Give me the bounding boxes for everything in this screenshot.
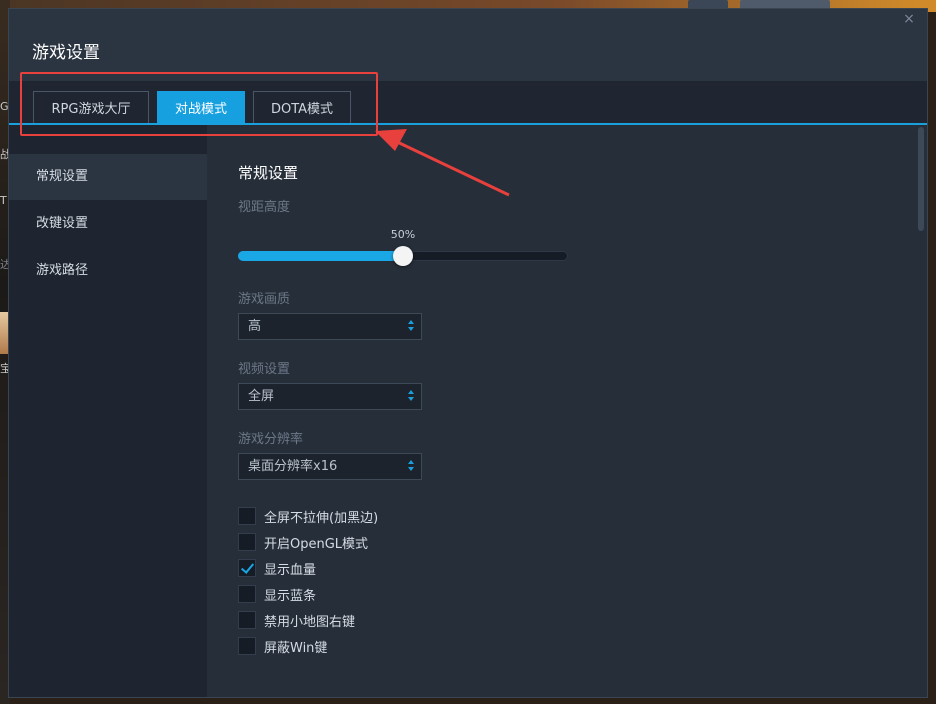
checkbox[interactable] xyxy=(238,559,256,577)
slider-fill xyxy=(238,251,403,261)
background-app-avatar xyxy=(0,312,8,354)
video-label: 视频设置 xyxy=(238,362,291,377)
checkbox-label: 显示血量 xyxy=(264,562,317,578)
checkbox-row-block-win-key[interactable]: 屏蔽Win键 xyxy=(238,636,327,656)
updown-arrows-icon xyxy=(408,320,414,334)
content-scrollbar[interactable] xyxy=(918,127,924,231)
slider-handle[interactable] xyxy=(393,246,413,266)
view-height-label: 视距高度 xyxy=(238,200,291,215)
sidebar-item-general[interactable]: 常规设置 xyxy=(9,154,207,200)
checkbox-row-fullscreen-no-stretch[interactable]: 全屏不拉伸(加黑边) xyxy=(238,506,378,526)
checkbox[interactable] xyxy=(238,637,256,655)
checkbox-row-opengl[interactable]: 开启OpenGL模式 xyxy=(238,532,368,552)
section-title: 常规设置 xyxy=(238,164,299,182)
checkbox[interactable] xyxy=(238,611,256,629)
resolution-label: 游戏分辨率 xyxy=(238,432,304,447)
checkbox[interactable] xyxy=(238,533,256,551)
sidebar-item-label: 常规设置 xyxy=(36,169,89,184)
checkbox-label: 开启OpenGL模式 xyxy=(264,536,369,552)
settings-sidebar: 常规设置 改键设置 游戏路径 xyxy=(9,125,207,697)
quality-select[interactable]: 高 xyxy=(238,313,422,340)
dialog-titlebar: 游戏设置 × xyxy=(9,9,927,81)
checkbox[interactable] xyxy=(238,585,256,603)
updown-arrows-icon xyxy=(408,460,414,474)
quality-label: 游戏画质 xyxy=(238,292,291,307)
annotation-arrow-icon xyxy=(375,129,510,197)
close-icon[interactable]: × xyxy=(901,11,917,27)
background-app-fragment: T xyxy=(0,194,7,207)
sidebar-item-game-path[interactable]: 游戏路径 xyxy=(9,248,207,294)
dialog-title: 游戏设置 xyxy=(32,43,100,63)
sidebar-item-keybindings[interactable]: 改键设置 xyxy=(9,201,207,247)
game-settings-dialog: 游戏设置 × RPG游戏大厅 对战模式 DOTA模式 常规设置 改键设置 游戏路… xyxy=(8,8,928,698)
checkbox-label: 禁用小地图右键 xyxy=(264,614,356,630)
sidebar-item-label: 改键设置 xyxy=(36,216,89,231)
resolution-select[interactable]: 桌面分辨率x16 xyxy=(238,453,422,480)
checkbox-row-disable-minimap-rightclick[interactable]: 禁用小地图右键 xyxy=(238,610,355,630)
checkbox-row-show-health[interactable]: 显示血量 xyxy=(238,558,316,578)
checkbox[interactable] xyxy=(238,507,256,525)
updown-arrows-icon xyxy=(408,390,414,404)
sidebar-item-label: 游戏路径 xyxy=(36,263,89,278)
checkbox-row-show-mana[interactable]: 显示蓝条 xyxy=(238,584,316,604)
video-select-value: 全屏 xyxy=(248,389,275,404)
checkbox-label: 屏蔽Win键 xyxy=(264,640,328,656)
checkbox-label: 全屏不拉伸(加黑边) xyxy=(264,510,379,526)
video-select[interactable]: 全屏 xyxy=(238,383,422,410)
resolution-select-value: 桌面分辨率x16 xyxy=(248,459,338,474)
quality-select-value: 高 xyxy=(248,319,262,334)
annotation-highlight-box xyxy=(20,72,378,136)
view-height-value: 50% xyxy=(390,228,416,241)
view-height-slider[interactable] xyxy=(238,246,568,266)
checkbox-label: 显示蓝条 xyxy=(264,588,317,604)
